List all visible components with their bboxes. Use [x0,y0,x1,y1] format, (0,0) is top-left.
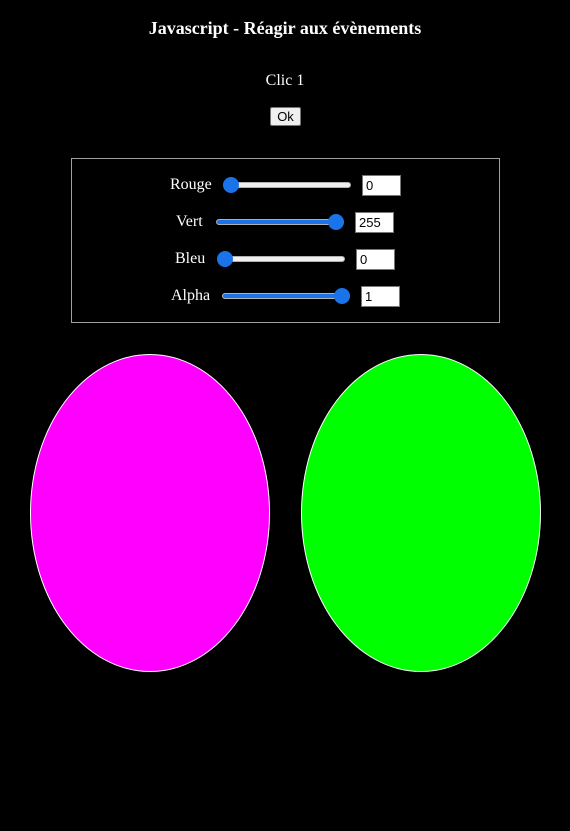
page-title: Javascript - Réagir aux évènements [148,18,422,38]
ok-button[interactable]: Ok [270,107,301,126]
blue-value-input[interactable] [356,249,395,270]
green-slider-track [216,219,344,225]
green-value-input[interactable] [355,212,394,233]
magenta-ellipse [30,354,270,672]
color-controls-panel: Rouge Vert Bleu Alpha [71,158,500,323]
red-slider[interactable] [223,177,351,193]
alpha-slider-thumb[interactable] [334,288,350,304]
alpha-slider-fill [223,294,343,298]
click-count-text: Clic 1 [265,72,305,89]
green-slider-fill [217,220,337,224]
blue-label: Bleu [175,250,206,267]
blue-slider-track [217,256,345,262]
red-label: Rouge [170,176,212,193]
green-slider[interactable] [216,214,344,230]
alpha-slider[interactable] [222,288,350,304]
red-value-input[interactable] [362,175,401,196]
green-slider-thumb[interactable] [328,214,344,230]
green-label: Vert [176,213,203,230]
alpha-slider-track [222,293,350,299]
green-ellipse [301,354,541,672]
red-slider-thumb[interactable] [223,177,239,193]
blue-slider[interactable] [217,251,345,267]
alpha-label: Alpha [171,287,211,304]
alpha-value-input[interactable] [361,286,400,307]
blue-slider-thumb[interactable] [217,251,233,267]
red-slider-track [223,182,351,188]
